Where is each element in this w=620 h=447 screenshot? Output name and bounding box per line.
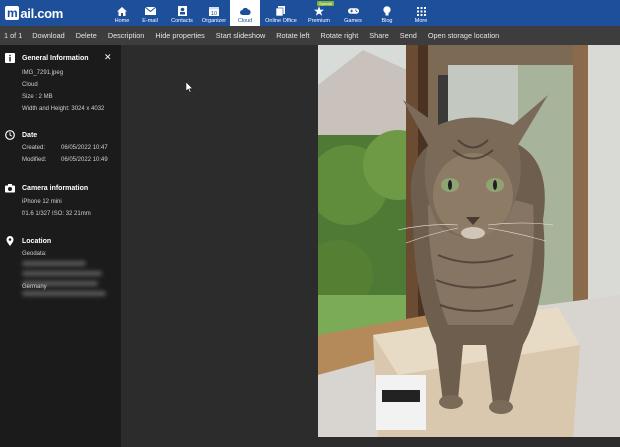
file-location: Cloud [22, 82, 38, 88]
nav-online-office[interactable]: Online Office [260, 0, 302, 26]
location-country: Germany [22, 284, 47, 290]
nav-games[interactable]: Games [336, 0, 370, 26]
home-icon [117, 6, 128, 16]
location-title: Location [22, 238, 52, 245]
viewer-toolbar: 1 of 1 Download Delete Description Hide … [0, 26, 620, 45]
brand-logo[interactable]: m ail.com [0, 0, 110, 26]
image-counter: 1 of 1 [4, 31, 23, 40]
camera-information-title: Camera information [22, 185, 89, 192]
nav-email[interactable]: E-mail [134, 0, 166, 26]
open-storage-location-button[interactable]: Open storage location [428, 31, 499, 40]
info-icon [5, 53, 15, 63]
modified-value: 06/05/2022 10:49 [61, 157, 108, 163]
redacted-coordinates [22, 261, 86, 266]
rotate-right-button[interactable]: Rotate right [321, 31, 359, 40]
documents-icon [276, 6, 287, 16]
file-size: Size : 2 MB [22, 94, 53, 100]
lightbulb-icon [382, 6, 393, 16]
send-button[interactable]: Send [400, 31, 417, 40]
share-button[interactable]: Share [369, 31, 388, 40]
modified-row: Modified: 06/05/2022 10:49 [22, 157, 108, 163]
redacted-address-line [22, 291, 106, 296]
photo-preview[interactable] [318, 45, 620, 437]
delete-button[interactable]: Delete [76, 31, 97, 40]
special-badge: Special [317, 1, 335, 6]
camera-settings: f/1.6 1/327 ISO: 32 21mm [22, 211, 91, 217]
close-icon[interactable]: ✕ [104, 52, 112, 63]
nav-home[interactable]: Home [110, 0, 134, 26]
cloud-icon [239, 6, 251, 16]
star-icon [314, 6, 325, 16]
file-name: IMG_7291.jpeg [22, 70, 64, 76]
clock-icon [5, 130, 15, 140]
camera-model: iPhone 12 mini [22, 199, 62, 205]
description-button[interactable]: Description [108, 31, 145, 40]
date-title: Date [22, 132, 38, 139]
nav-contacts[interactable]: Contacts [166, 0, 198, 26]
svg-text:10: 10 [211, 11, 217, 16]
redacted-address-line [22, 271, 102, 276]
contacts-icon [177, 6, 188, 16]
main-nav: Home E-mail Contacts 10 Organizer Cloud … [110, 0, 438, 26]
created-row: Created: 06/05/2022 10:47 [22, 145, 108, 151]
envelope-icon [144, 6, 156, 16]
camera-icon [5, 184, 15, 193]
nav-cloud[interactable]: Cloud [230, 0, 260, 26]
nav-organizer[interactable]: 10 Organizer [198, 0, 230, 26]
rotate-left-button[interactable]: Rotate left [276, 31, 309, 40]
nav-more[interactable]: More [404, 0, 438, 26]
brand-name: ail.com [20, 5, 64, 21]
nav-premium[interactable]: Special Premium [302, 0, 336, 26]
properties-panel: ✕ General Information IMG_7291.jpeg Clou… [0, 45, 121, 447]
general-information-title: General Information [22, 55, 89, 62]
created-value: 06/05/2022 10:47 [61, 145, 108, 151]
calendar-icon: 10 [209, 6, 220, 16]
geodata-label: Geodata: [22, 251, 47, 257]
download-button[interactable]: Download [32, 31, 64, 40]
hide-properties-button[interactable]: Hide properties [155, 31, 204, 40]
start-slideshow-button[interactable]: Start slideshow [216, 31, 265, 40]
grid-icon [416, 6, 427, 16]
image-dimensions: Width and Height: 3024 x 4032 [22, 106, 105, 112]
nav-blog[interactable]: Blog [370, 0, 404, 26]
mouse-cursor-icon [186, 82, 193, 93]
location-pin-icon [6, 236, 14, 246]
cat-photo-image [318, 45, 620, 437]
top-navigation-bar: m ail.com Home E-mail Contacts 10 Organiz… [0, 0, 620, 26]
gamepad-icon [347, 6, 359, 16]
